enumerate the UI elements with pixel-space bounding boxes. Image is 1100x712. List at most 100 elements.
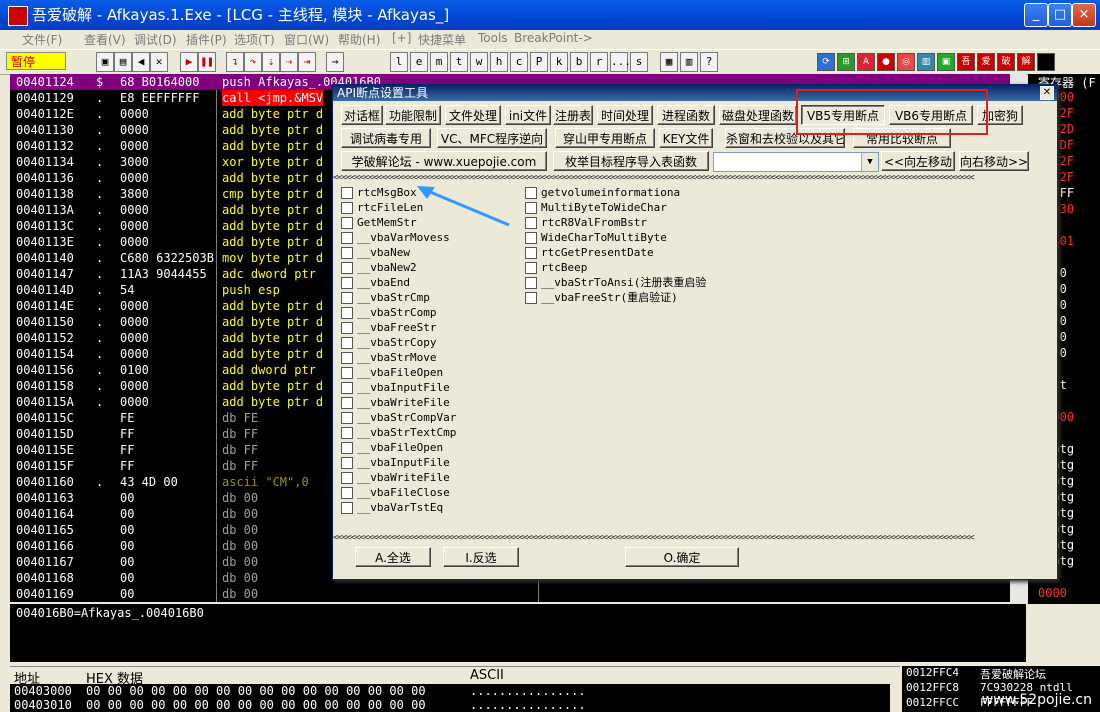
checkbox-icon[interactable] <box>525 262 537 274</box>
toolbar-letter-button[interactable]: c <box>510 52 528 72</box>
checkbox-icon[interactable] <box>341 367 353 379</box>
step-over-icon[interactable]: ↷ <box>244 52 262 72</box>
confirm-button[interactable]: O.确定 <box>625 547 739 567</box>
checkbox-icon[interactable] <box>525 232 537 244</box>
tab-button[interactable]: ini文件 <box>505 105 551 125</box>
toolbar-letter-button[interactable]: b <box>570 52 588 72</box>
toolbar-letter-button[interactable]: e <box>410 52 428 72</box>
menu-item[interactable]: 选项(T) <box>234 31 275 48</box>
checkbox-icon[interactable] <box>341 457 353 469</box>
select-all-button[interactable]: A.全选 <box>355 547 431 567</box>
invert-selection-button[interactable]: I.反选 <box>443 547 519 567</box>
menu-item[interactable]: Tools <box>478 31 508 45</box>
brand-ai[interactable]: 爱 <box>977 53 995 71</box>
tab-button[interactable]: 磁盘处理函数 <box>719 105 797 125</box>
checkbox-icon[interactable] <box>341 322 353 334</box>
step-into-icon[interactable]: ↴ <box>226 52 244 72</box>
checkbox-icon[interactable] <box>525 277 537 289</box>
checkbox-icon[interactable] <box>341 442 353 454</box>
tab-button[interactable]: 向右移动>> <box>959 151 1029 171</box>
checkbox-icon[interactable] <box>525 292 537 304</box>
tab-button[interactable]: 穿山甲专用断点 <box>555 128 655 148</box>
toolbar-letter-button[interactable]: t <box>450 52 468 72</box>
checkbox-icon[interactable] <box>341 412 353 424</box>
trace-over-icon[interactable]: ⇢ <box>280 52 298 72</box>
chevron-down-icon[interactable]: ▼ <box>861 153 878 171</box>
menu-item[interactable]: 窗口(W) <box>284 31 329 48</box>
help-icon[interactable]: ? <box>700 52 718 72</box>
tab-button[interactable]: 学破解论坛 - www.xuepojie.com <box>341 151 547 171</box>
target-icon[interactable]: ◎ <box>897 53 915 71</box>
dialog-close-icon[interactable]: ✕ <box>1040 86 1054 100</box>
disasm-row[interactable]: 00401169 00 db 00 <box>10 586 1026 602</box>
toolbar-letter-button[interactable]: w <box>470 52 488 72</box>
checkbox-icon[interactable] <box>341 247 353 259</box>
tab-button[interactable]: 对话框 <box>341 105 383 125</box>
checkbox-icon[interactable] <box>525 202 537 214</box>
checkbox-icon[interactable] <box>341 352 353 364</box>
brand-wu[interactable]: 吾 <box>957 53 975 71</box>
checkbox-icon[interactable] <box>341 262 353 274</box>
tab-button[interactable]: 枚举目标程序导入表函数 <box>553 151 709 171</box>
tab-button[interactable]: 功能限制 <box>385 105 441 125</box>
a-icon[interactable]: A <box>857 53 875 71</box>
checkbox-icon[interactable] <box>341 202 353 214</box>
checkbox-icon[interactable] <box>341 217 353 229</box>
tab-button[interactable]: 进程函数 <box>657 105 715 125</box>
checkbox-icon[interactable] <box>341 487 353 499</box>
plugin-icon[interactable]: ⊞ <box>837 53 855 71</box>
tab-button[interactable]: KEY文件 <box>659 128 713 148</box>
minimize-button[interactable]: _ <box>1024 3 1048 27</box>
menu-item[interactable]: 插件(P) <box>186 31 227 48</box>
checkbox-icon[interactable] <box>341 427 353 439</box>
menu-item[interactable]: 文件(F) <box>22 31 62 48</box>
dump-pane[interactable]: 00403000 00 00 00 00 00 00 00 00 00 00 00… <box>10 684 890 712</box>
refresh-icon[interactable]: ⟳ <box>817 53 835 71</box>
close-button[interactable]: × <box>1072 3 1096 27</box>
menu-item[interactable]: 帮助(H) <box>338 31 380 48</box>
menu-item[interactable]: 查看(V) <box>84 31 126 48</box>
folder-icon[interactable]: ▤ <box>114 52 132 72</box>
toolbar-letter-button[interactable]: l <box>390 52 408 72</box>
import-function-dropdown[interactable]: ▼ <box>713 152 879 172</box>
goto-icon[interactable]: → <box>326 52 344 72</box>
pause-icon[interactable]: ❚❚ <box>198 52 216 72</box>
trace-into-icon[interactable]: ⇣ <box>262 52 280 72</box>
close-debug-icon[interactable]: ✕ <box>150 52 168 72</box>
tab-button[interactable]: 时间处理 <box>597 105 653 125</box>
chart-icon[interactable]: ▥ <box>917 53 935 71</box>
checkbox-icon[interactable] <box>341 292 353 304</box>
checkbox-icon[interactable] <box>341 307 353 319</box>
tab-button[interactable]: <<向左移动 <box>881 151 955 171</box>
checkbox-icon[interactable] <box>341 397 353 409</box>
menu-item[interactable]: BreakPoint-> <box>514 31 593 45</box>
open-icon[interactable]: ▣ <box>96 52 114 72</box>
record-icon[interactable]: ● <box>877 53 895 71</box>
execute-till-return-icon[interactable]: ⇥ <box>298 52 316 72</box>
toolbar-letter-button[interactable]: h <box>490 52 508 72</box>
menu-item[interactable]: 快捷菜单 <box>418 31 466 48</box>
toolbar-letter-button[interactable]: m <box>430 52 448 72</box>
black-square-icon[interactable] <box>1037 53 1055 71</box>
toolbar-letter-button[interactable]: r <box>590 52 608 72</box>
brand-po[interactable]: 破 <box>997 53 1015 71</box>
grid-icon[interactable]: ▦ <box>660 52 678 72</box>
menu-item[interactable]: 调试(D) <box>134 31 177 48</box>
tab-button[interactable]: VC、MFC程序逆向 <box>437 128 547 148</box>
rewind-icon[interactable]: ◀ <box>132 52 150 72</box>
checkbox-icon[interactable] <box>341 337 353 349</box>
toolbar-letter-button[interactable]: k <box>550 52 568 72</box>
window-list-icon[interactable]: ▥ <box>680 52 698 72</box>
checkbox-icon[interactable] <box>341 277 353 289</box>
green-icon[interactable]: ▣ <box>937 53 955 71</box>
checkbox-icon[interactable] <box>341 382 353 394</box>
checkbox-icon[interactable] <box>525 217 537 229</box>
tab-button[interactable]: 文件处理 <box>445 105 501 125</box>
toolbar-letter-button[interactable]: ... <box>610 52 631 72</box>
toolbar-letter-button[interactable]: P <box>530 52 548 72</box>
tab-button[interactable]: 调试病毒专用 <box>341 128 431 148</box>
checkbox-icon[interactable] <box>525 187 537 199</box>
brand-jie[interactable]: 解 <box>1017 53 1035 71</box>
tab-button[interactable]: 注册表 <box>553 105 593 125</box>
checkbox-icon[interactable] <box>341 502 353 514</box>
